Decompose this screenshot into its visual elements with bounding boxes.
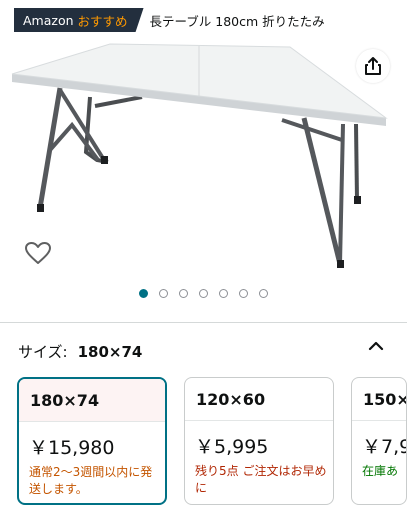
table-foot — [354, 196, 361, 204]
share-button[interactable] — [356, 49, 390, 83]
option-stock-note: 在庫あ — [362, 464, 399, 478]
heart-icon[interactable] — [24, 241, 52, 265]
option-size: 150× — [352, 378, 406, 421]
option-price: ￥5,995 — [195, 436, 269, 458]
size-option-150[interactable]: 150× ￥7,9 在庫あ — [351, 377, 407, 505]
table-foot — [37, 204, 44, 212]
carousel-dot[interactable] — [179, 289, 188, 298]
product-title: 長テーブル 180cm 折りたたみ — [149, 13, 325, 29]
top-header: Amazon おすすめ 長テーブル 180cm 折りたたみ — [14, 8, 325, 32]
chevron-up-icon[interactable] — [366, 336, 386, 356]
table-foot — [101, 156, 108, 164]
option-price: ￥15,980 — [29, 437, 115, 459]
size-option-180x74[interactable]: 180×74 ￥15,980 通常2～3週間以内に発送します。 — [17, 377, 167, 505]
carousel-dot[interactable] — [219, 289, 228, 298]
table-leg-back-right — [354, 123, 359, 201]
carousel-dot[interactable] — [239, 289, 248, 298]
carousel-dot[interactable] — [139, 289, 148, 298]
table-leg-front-left-2 — [58, 88, 106, 162]
size-label: サイズ: — [18, 343, 68, 361]
badge-brand: Amazon — [23, 12, 74, 28]
section-divider — [0, 322, 407, 323]
selected-size-value: 180×74 — [77, 342, 143, 361]
option-size: 180×74 — [19, 379, 165, 422]
carousel-dot[interactable] — [199, 289, 208, 298]
carousel-dot[interactable] — [159, 289, 168, 298]
image-carousel-dots — [0, 289, 407, 301]
product-image[interactable] — [0, 38, 407, 278]
option-size: 120×60 — [185, 378, 333, 421]
amazon-recommended-badge: Amazon おすすめ — [14, 8, 144, 32]
table-leg-front-right — [301, 117, 343, 265]
table-brace-back — [94, 95, 143, 108]
option-stock-note: 残り5点 ご注文はお早めに — [195, 464, 327, 495]
badge-accent: おすすめ — [77, 13, 128, 29]
table-foot — [337, 260, 344, 268]
option-shipping-note: 通常2～3週間以内に発送します。 — [29, 465, 153, 496]
table-brace-front-right — [281, 118, 343, 142]
carousel-dot[interactable] — [259, 289, 268, 298]
table-leg-front-right-2 — [338, 123, 345, 265]
option-price: ￥7,9 — [362, 436, 407, 458]
size-option-120x60[interactable]: 120×60 ￥5,995 残り5点 ご注文はお早めに — [184, 377, 334, 505]
size-selector-header[interactable]: サイズ: 180×74 — [18, 341, 142, 362]
share-icon — [365, 57, 381, 75]
